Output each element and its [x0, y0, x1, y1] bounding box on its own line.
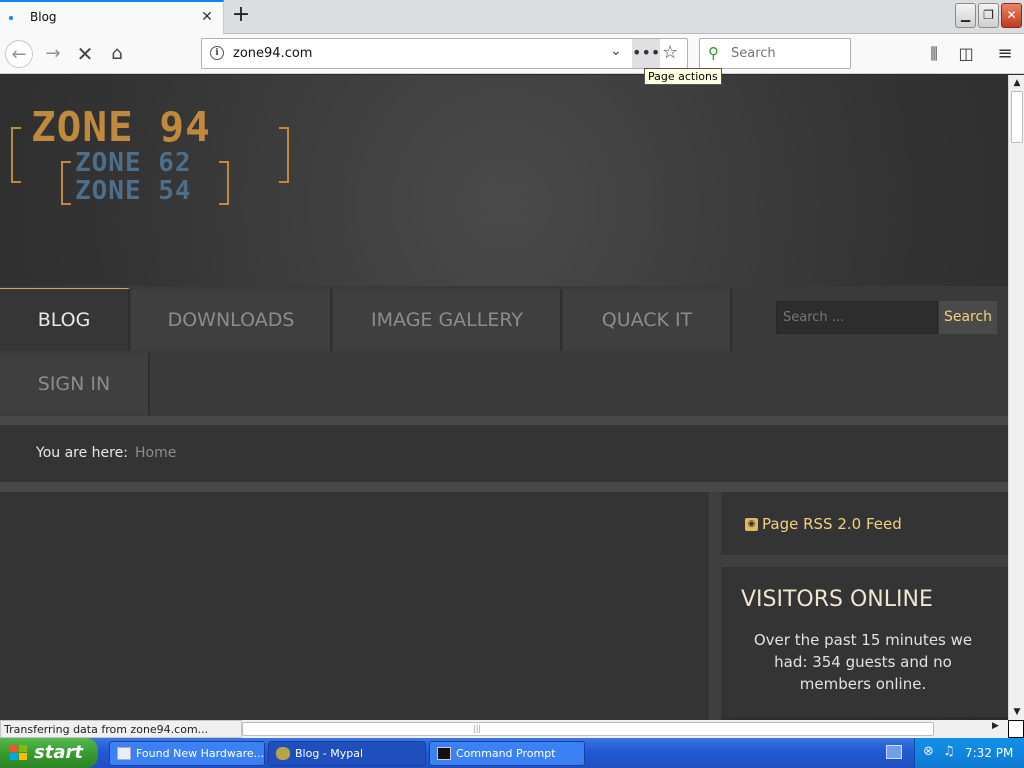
divider: [0, 482, 1008, 492]
breadcrumb-home: Home: [135, 445, 177, 461]
vertical-scroll-thumb[interactable]: [1011, 91, 1023, 143]
task-found-new-hardware[interactable]: Found New Hardware...: [109, 741, 265, 766]
task-command-prompt[interactable]: Command Prompt: [429, 741, 585, 766]
logo-line-2: ZONE 62: [75, 148, 192, 178]
loading-indicator-icon: [9, 16, 13, 20]
forward-button[interactable]: →: [39, 40, 67, 68]
browser-search-box[interactable]: ⚲ Search: [699, 38, 851, 69]
address-bar[interactable]: i zone94.com ⌄ ••• ☆: [201, 38, 688, 69]
logo-line-1: ZONE 94: [31, 103, 211, 151]
menu-item-sign-in[interactable]: SIGN IN: [0, 353, 150, 415]
command-prompt-icon: [437, 747, 451, 760]
status-bar: Transferring data from zone94.com...: [0, 720, 242, 738]
keyboard-icon[interactable]: [886, 745, 902, 759]
start-button[interactable]: start: [0, 738, 98, 768]
navigation-toolbar: ← → ✕ ⌂ i zone94.com ⌄ ••• ☆ ⚲ Search ⫼ …: [0, 34, 1024, 74]
menu-icon[interactable]: ≡: [991, 40, 1019, 68]
back-button[interactable]: ←: [5, 40, 33, 68]
task-label: Command Prompt: [456, 747, 556, 760]
minimize-button[interactable]: ▁: [955, 3, 976, 28]
breadcrumb-label: You are here:: [36, 445, 128, 461]
column-gap: [709, 492, 721, 720]
task-label: Found New Hardware...: [136, 747, 265, 760]
web-page: ZONE 94 ZONE 62 ZONE 54 BLOG DOWNLOADS I…: [0, 75, 1008, 720]
rss-feed-module: ◉ Page RSS 2.0 Feed: [721, 492, 1008, 555]
restore-button[interactable]: ❐: [978, 3, 999, 28]
network-icon[interactable]: ⊗: [923, 744, 934, 759]
module-gap: [721, 555, 1008, 567]
window-icon: [117, 747, 131, 760]
stop-button[interactable]: ✕: [71, 40, 99, 68]
logo-bracket-left: [11, 127, 21, 183]
home-button[interactable]: ⌂: [103, 40, 131, 68]
new-tab-button[interactable]: +: [229, 4, 253, 28]
rss-icon[interactable]: ◉: [745, 518, 758, 531]
menu-item-image-gallery[interactable]: IMAGE GALLERY: [334, 289, 562, 351]
menu-item-blog[interactable]: BLOG: [0, 288, 130, 350]
visitors-online-module: VISITORS ONLINE Over the past 15 minutes…: [721, 567, 1008, 717]
logo-inner-bracket-right: [219, 161, 229, 205]
site-info-icon[interactable]: i: [210, 46, 224, 60]
scroll-right-icon[interactable]: ▶: [992, 721, 999, 731]
rss-feed-link[interactable]: Page RSS 2.0 Feed: [762, 515, 902, 533]
site-search-input[interactable]: Search ...: [776, 301, 938, 334]
divider: [0, 416, 1008, 425]
menu-item-quack-it[interactable]: QUACK IT: [564, 289, 732, 351]
main-content: [0, 492, 709, 720]
search-icon: ⚲: [708, 44, 719, 62]
menu-item-downloads[interactable]: DOWNLOADS: [132, 289, 332, 351]
horizontal-scrollbar[interactable]: ||| ▶: [242, 720, 1008, 738]
task-label: Blog - Mypal: [295, 747, 364, 760]
mypal-browser-icon: [276, 747, 290, 760]
window-close-button[interactable]: ✕: [1001, 3, 1022, 28]
browser-search-placeholder: Search: [731, 46, 776, 61]
close-tab-icon[interactable]: ✕: [199, 9, 215, 25]
url-text[interactable]: zone94.com: [233, 46, 312, 61]
page-actions-tooltip: Page actions: [644, 68, 722, 85]
windows-logo-icon: [10, 745, 28, 761]
scrollbar-corner: [1008, 720, 1024, 738]
site-search-button[interactable]: Search: [939, 301, 997, 334]
start-label: start: [34, 742, 83, 763]
tab-bar: Blog ✕ + ▁ ❐ ✕: [0, 0, 1024, 34]
sidebar-toggle-icon[interactable]: ◫: [952, 40, 980, 68]
breadcrumb: You are here: Home: [0, 425, 1008, 482]
bookmark-star-icon[interactable]: ☆: [662, 42, 678, 63]
logo-line-3: ZONE 54: [75, 176, 192, 206]
scroll-down-icon[interactable]: ▼: [1009, 704, 1024, 720]
vertical-scrollbar[interactable]: ▲ ▼: [1008, 75, 1024, 720]
taskbar: start Found New Hardware... Blog - Mypal…: [0, 738, 1024, 768]
volume-icon[interactable]: ♫: [943, 744, 955, 759]
visitors-online-text: Over the past 15 minutes we had: 354 gue…: [753, 631, 973, 693]
logo-bracket-right: [279, 127, 289, 183]
task-blog-mypal[interactable]: Blog - Mypal: [268, 741, 426, 766]
tab-title: Blog: [30, 10, 57, 24]
chevron-down-icon[interactable]: ⌄: [610, 43, 622, 59]
logo-inner-bracket-left: [61, 161, 71, 205]
horizontal-scroll-thumb[interactable]: [242, 722, 934, 736]
site-logo[interactable]: ZONE 94 ZONE 62 ZONE 54: [9, 103, 293, 211]
scroll-grip-icon: |||: [473, 724, 482, 733]
visitors-online-title: VISITORS ONLINE: [741, 587, 933, 612]
tab-blog[interactable]: Blog ✕: [0, 0, 224, 34]
scroll-up-icon[interactable]: ▲: [1009, 75, 1024, 91]
clock[interactable]: 7:32 PM: [965, 746, 1013, 760]
page-actions-icon[interactable]: •••: [632, 39, 660, 68]
library-icon[interactable]: ⫼: [920, 40, 948, 68]
